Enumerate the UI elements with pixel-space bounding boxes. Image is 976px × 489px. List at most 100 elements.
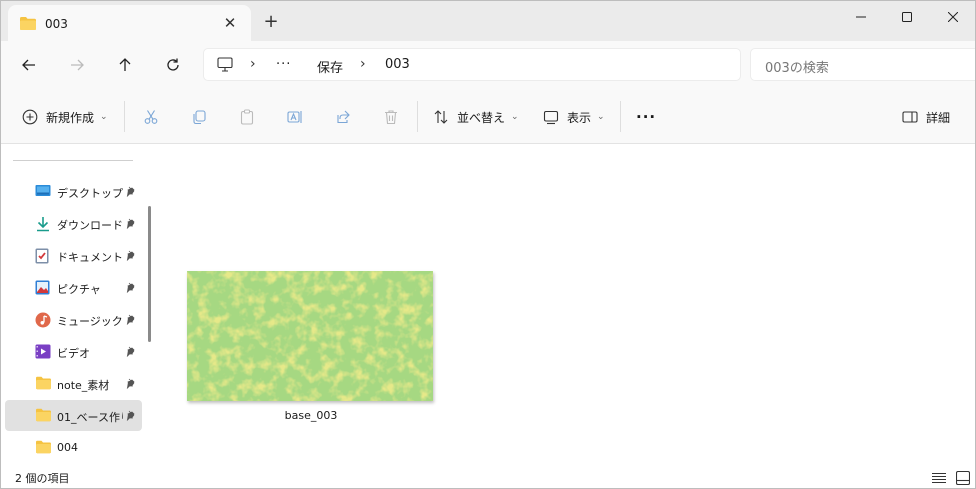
- sidebar-item-note-sozai[interactable]: note_素材: [5, 368, 142, 399]
- pin-icon: [126, 250, 136, 264]
- close-button[interactable]: [930, 1, 975, 33]
- sidebar-item-label: note_素材: [57, 379, 110, 392]
- title-bar: 003 ✕ +: [1, 1, 975, 41]
- sidebar-item-label: デスクトップ: [57, 187, 123, 200]
- folder-icon: [35, 376, 52, 393]
- pin-icon: [126, 378, 136, 392]
- breadcrumb-overflow[interactable]: ···: [276, 57, 291, 72]
- new-label: 新規作成: [46, 110, 95, 125]
- address-bar[interactable]: › ··· 保存 › 003: [203, 48, 741, 81]
- sidebar-item-label: ビデオ: [57, 347, 90, 360]
- sidebar-item-label: ピクチャ: [57, 283, 101, 296]
- desktop-icon: [35, 184, 51, 201]
- more-options-button[interactable]: ···: [636, 106, 656, 128]
- sort-label: 並べ替え: [457, 110, 506, 125]
- new-tab-button[interactable]: +: [262, 13, 280, 31]
- copy-button[interactable]: [191, 106, 207, 128]
- pin-icon: [126, 282, 136, 296]
- minimize-icon: [856, 16, 866, 18]
- maximize-button[interactable]: [884, 1, 930, 33]
- pin-icon: [126, 218, 136, 232]
- breadcrumb-separator[interactable]: ›: [360, 56, 366, 72]
- this-pc-icon[interactable]: [217, 57, 233, 75]
- chevron-down-icon: ⌄: [511, 112, 519, 122]
- pin-icon: [126, 314, 136, 328]
- clipboard-icon: [240, 109, 254, 125]
- item-count: 2 個の項目: [15, 472, 70, 485]
- videos-icon: [35, 344, 51, 362]
- breadcrumb-003[interactable]: 003: [385, 57, 410, 72]
- large-icons-view-button[interactable]: [955, 470, 971, 486]
- sidebar-item-label: 01_ベース作り素: [57, 411, 123, 424]
- minimize-button[interactable]: [838, 1, 884, 33]
- rename-button[interactable]: [287, 106, 303, 128]
- breadcrumb-hozon[interactable]: 保存: [317, 57, 343, 76]
- new-button[interactable]: 新規作成 ⌄: [22, 106, 108, 128]
- sidebar-item-004[interactable]: 004: [5, 432, 142, 463]
- tiles-view-icon: [956, 471, 970, 485]
- sidebar-item-label: ダウンロード: [57, 219, 123, 232]
- tab-003[interactable]: 003 ✕: [8, 5, 251, 41]
- navigation-pane: デスクトップ ダウンロード ドキュメント ピクチャ ミュージック ビデオ not…: [1, 144, 159, 466]
- refresh-button[interactable]: [161, 53, 185, 77]
- folder-icon: [35, 440, 52, 457]
- divider: [620, 101, 621, 132]
- sidebar-item-videos[interactable]: ビデオ: [5, 336, 142, 367]
- pin-icon: [126, 346, 136, 360]
- search-input[interactable]: 003の検索: [765, 57, 829, 76]
- folder-icon: [19, 16, 37, 34]
- paste-button[interactable]: [239, 106, 255, 128]
- navigation-bar: › ··· 保存 › 003 003の検索: [1, 41, 975, 89]
- sidebar-item-desktop[interactable]: デスクトップ: [5, 176, 142, 207]
- sidebar-item-music[interactable]: ミュージック: [5, 304, 142, 335]
- search-box[interactable]: 003の検索: [750, 48, 975, 81]
- divider: [417, 101, 418, 132]
- sidebar-item-label: ミュージック: [57, 315, 123, 328]
- back-arrow-icon: [22, 59, 35, 71]
- details-label: 詳細: [926, 110, 951, 125]
- status-bar: 2 個の項目: [1, 466, 975, 488]
- copy-icon: [193, 110, 206, 125]
- image-thumbnail: [187, 271, 433, 401]
- pictures-icon: [35, 280, 50, 298]
- sidebar-item-documents[interactable]: ドキュメント: [5, 240, 142, 271]
- sidebar-item-base-zukuri[interactable]: 01_ベース作り素: [5, 400, 142, 431]
- view-label: 表示: [567, 110, 592, 125]
- file-name: base_003: [284, 409, 338, 422]
- breadcrumb-separator[interactable]: ›: [250, 56, 256, 72]
- chevron-down-icon: ⌄: [597, 112, 605, 122]
- back-button[interactable]: [17, 53, 41, 77]
- details-pane-icon: [902, 111, 918, 123]
- sidebar-scrollbar[interactable]: [148, 206, 151, 342]
- scissors-icon: [144, 110, 158, 124]
- view-icon: [543, 110, 559, 125]
- trash-icon: [385, 110, 397, 125]
- list-view-icon: [932, 472, 946, 484]
- delete-button[interactable]: [383, 106, 399, 128]
- forward-button[interactable]: [65, 53, 89, 77]
- folder-icon: [35, 408, 52, 425]
- tab-title: 003: [45, 17, 68, 31]
- file-explorer-window: 003 ✕ + › ··· 保存 › 003 003の検索 新規作成 ⌄ 並べ替…: [0, 0, 976, 489]
- sidebar-item-pictures[interactable]: ピクチャ: [5, 272, 142, 303]
- up-button[interactable]: [113, 53, 137, 77]
- view-button[interactable]: 表示 ⌄: [543, 106, 605, 128]
- sidebar-item-label: 004: [57, 441, 78, 454]
- command-bar: 新規作成 ⌄ 並べ替え ⌄ 表示 ⌄ ··· 詳細: [1, 89, 975, 144]
- tab-close-icon[interactable]: ✕: [221, 14, 239, 32]
- sidebar-item-label: ドキュメント: [57, 251, 123, 264]
- plus-circle-icon: [22, 109, 38, 125]
- share-icon: [337, 110, 350, 124]
- sort-icon: [434, 110, 448, 124]
- share-button[interactable]: [335, 106, 351, 128]
- file-list: base_003: [159, 144, 975, 466]
- cut-button[interactable]: [143, 106, 159, 128]
- details-view-button[interactable]: [931, 470, 947, 486]
- chevron-down-icon: ⌄: [100, 112, 108, 122]
- sidebar-item-downloads[interactable]: ダウンロード: [5, 208, 142, 239]
- file-item[interactable]: base_003: [179, 264, 443, 426]
- sort-button[interactable]: 並べ替え ⌄: [433, 106, 519, 128]
- documents-icon: [35, 248, 49, 267]
- up-arrow-icon: [119, 58, 131, 71]
- details-pane-button[interactable]: 詳細: [902, 106, 950, 128]
